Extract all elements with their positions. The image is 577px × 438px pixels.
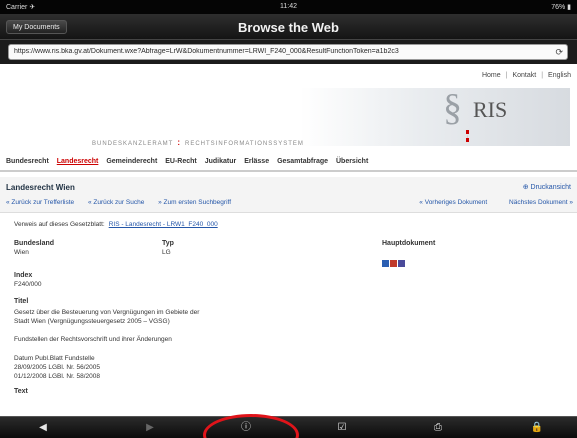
html-icon[interactable] [398,260,405,267]
previous-document-link[interactable]: « Vorheriges Dokument [419,199,487,206]
nav-bar: My Documents Browse the Web [0,14,577,40]
text-label: Text [14,388,28,395]
section-title: Landesrecht Wien [6,183,75,192]
english-link[interactable]: English [548,72,571,79]
document-format-icons [382,260,406,269]
nav-gesamtabfrage[interactable]: Gesamtabfrage [277,158,328,165]
address-bar: https://www.ris.bka.gv.at/Dokument.wxe?A… [0,40,577,64]
nav-erlaesse[interactable]: Erlässe [244,158,269,165]
nav-gemeinderecht[interactable]: Gemeinderecht [106,158,157,165]
main-nav: Bundesrecht Landesrecht Gemeinderecht EU… [0,158,577,172]
pdf-icon[interactable] [390,260,397,267]
banner-image [300,88,570,146]
status-bar: Carrier ✈ 11:42 76% ▮ [0,0,577,14]
bundesland-label: Bundesland [14,240,55,247]
lock-icon[interactable]: 🔒 [530,421,544,435]
brand-bka: BUNDESKANZLERAMT [92,141,174,147]
ris-logo[interactable]: RIS [473,97,507,123]
hauptdokument-label: Hauptdokument [382,240,436,247]
paragraph-logo-icon: § [443,87,462,129]
fundstellen-header: Datum Publ.Blatt Fundstelle [14,355,95,362]
next-document-link[interactable]: Nächstes Dokument » [509,199,573,206]
pager-links: « Vorheriges Dokument Nächstes Dokument … [399,199,573,206]
rtf-icon[interactable] [382,260,389,267]
document-content: Verweis auf dieses Gesetzblatt: RIS - Lan… [14,216,568,416]
titel-line-1: Gesetz über die Besteuerung von Vergnügu… [14,309,200,316]
save-icon[interactable]: ⎙ [431,421,445,435]
fundstellen-text: Fundstellen der Rechtsvorschrift und ihr… [14,336,172,343]
index-label: Index [14,272,33,279]
nav-bundesrecht[interactable]: Bundesrecht [6,158,49,165]
url-text: https://www.ris.bka.gv.at/Dokument.wxe?A… [14,48,399,55]
fundstellen-row-1: 28/09/2005 LGBl. Nr. 56/2005 [14,364,101,371]
url-field[interactable]: https://www.ris.bka.gv.at/Dokument.wxe?A… [8,44,568,60]
index-value: F240/000 [14,281,42,288]
nav-judikatur[interactable]: Judikatur [205,158,237,165]
clock: 11:42 [280,3,297,10]
back-to-results-link[interactable]: « Zurück zur Trefferliste [6,199,74,206]
battery-indicator: 76% ▮ [551,4,571,11]
crumb-links: « Zurück zur Trefferliste « Zurück zur S… [6,199,243,206]
typ-label: Typ [162,240,174,247]
nav-eu-recht[interactable]: EU-Recht [165,158,197,165]
verweis-line: Verweis auf dieses Gesetzblatt: RIS - Lan… [14,221,218,228]
print-view-link[interactable]: ⊕ Druckansicht [523,183,571,191]
verweis-link[interactable]: RIS - Landesrecht - LRW1_F240_000 [109,221,218,228]
bundesland-value: Wien [14,249,29,256]
verweis-label: Verweis auf dieses Gesetzblatt: [14,221,105,228]
brand-line: BUNDESKANZLERAMT: RECHTSINFORMATIONSSYSTE… [92,138,304,147]
back-to-search-link[interactable]: « Zurück zur Suche [88,199,144,206]
back-arrow-icon[interactable]: ◀ [36,421,50,435]
nav-landesrecht[interactable]: Landesrecht [57,158,99,165]
fundstellen-row-2: 01/12/2008 LGBl. Nr. 58/2008 [14,373,101,380]
titel-label: Titel [14,298,29,305]
kontakt-link[interactable]: Kontakt [512,72,536,79]
checkbox-icon[interactable]: ☑ [335,421,349,435]
home-link[interactable]: Home [482,72,501,79]
titel-line-2: Stadt Wien (Vergnügungssteuergesetz 2005… [14,318,170,325]
document-header: Landesrecht Wien ⊕ Druckansicht « Zurück… [0,177,577,213]
typ-value: LG [162,249,171,256]
reload-icon[interactable]: ⟳ [555,47,563,58]
ris-logo-dots [466,130,470,142]
brand-ris: RECHTSINFORMATIONSSYSTEM [185,141,304,147]
nav-title: Browse the Web [238,20,339,35]
forward-arrow-icon[interactable]: ▶ [143,421,157,435]
web-page: Home | Kontakt | English § RIS BUNDESKANZLER… [0,64,577,416]
first-term-link[interactable]: » Zum ersten Suchbegriff [158,199,231,206]
top-links: Home | Kontakt | English [481,72,571,79]
nav-uebersicht[interactable]: Übersicht [336,158,368,165]
